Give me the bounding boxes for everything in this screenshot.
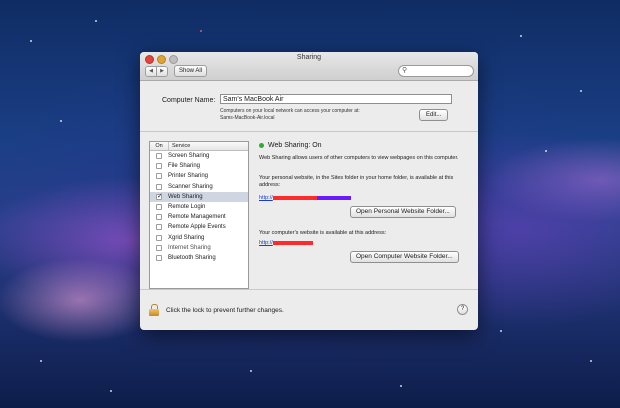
service-row[interactable]: Printer Sharing: [150, 171, 248, 181]
search-icon: ⚲: [402, 67, 408, 74]
service-row[interactable]: Remote Login: [150, 202, 248, 212]
service-checkbox[interactable]: [156, 214, 162, 221]
on-column-header[interactable]: On: [150, 142, 169, 150]
search-field[interactable]: ⚲: [398, 65, 474, 77]
computer-name-field[interactable]: Sam's MacBook Air: [220, 94, 452, 104]
service-checkbox[interactable]: [156, 254, 162, 261]
intro-text: Web Sharing allows users of other comput…: [259, 155, 459, 161]
service-label: Web Sharing: [168, 193, 203, 200]
service-row[interactable]: File Sharing: [150, 161, 248, 171]
service-label: Remote Login: [168, 204, 206, 211]
service-checkbox[interactable]: [156, 192, 163, 200]
service-row[interactable]: Web Sharing: [150, 191, 248, 202]
service-row[interactable]: Xgrid Sharing: [150, 233, 248, 243]
service-checkbox[interactable]: [156, 224, 162, 231]
back-button[interactable]: ◀: [146, 67, 156, 76]
service-checkbox[interactable]: [156, 163, 162, 170]
window-title: Sharing: [296, 54, 322, 61]
computer-site-link[interactable]: http://: [259, 240, 313, 246]
service-checkbox[interactable]: [156, 153, 162, 160]
status-text: Web Sharing: On: [268, 142, 322, 149]
computer-name-section: Computer Name: Sam's MacBook Air Compute…: [140, 81, 478, 132]
service-label: Bluetooth Sharing: [168, 254, 216, 261]
service-checkbox[interactable]: [156, 204, 162, 211]
service-row[interactable]: Bluetooth Sharing: [150, 253, 248, 263]
computer-name-label: Computer Name:: [162, 97, 216, 104]
service-row[interactable]: Scanner Sharing: [150, 182, 248, 192]
computer-name-description: Computers on your local network can acce…: [220, 108, 360, 122]
title-bar: Sharing ◀ ▶ Show All ⚲: [140, 52, 478, 81]
redaction-mark: [316, 195, 351, 200]
service-list-header: On Service: [150, 142, 248, 151]
redaction-mark: [272, 195, 317, 200]
link-prefix: http://: [259, 240, 273, 246]
show-all-button[interactable]: Show All: [174, 65, 208, 77]
main-section: On Service Screen Sharing File Sharing Pri…: [140, 132, 478, 290]
sharing-window: Sharing ◀ ▶ Show All ⚲ Computer Name: Sa…: [140, 52, 478, 330]
forward-button[interactable]: ▶: [156, 67, 167, 76]
service-checkbox[interactable]: [156, 244, 162, 251]
open-computer-website-folder-button[interactable]: Open Computer Website Folder...: [350, 251, 459, 263]
service-list[interactable]: On Service Screen Sharing File Sharing Pri…: [149, 141, 249, 289]
personal-site-text: Your personal website, in the Sites fold…: [259, 175, 454, 188]
lock-icon[interactable]: [149, 304, 159, 316]
footer: Click the lock to prevent further change…: [140, 289, 478, 330]
service-label: Remote Management: [168, 214, 226, 221]
nav-buttons: ◀ ▶: [145, 66, 168, 77]
link-prefix: http://: [259, 195, 273, 201]
service-label: File Sharing: [168, 163, 201, 170]
service-label: Screen Sharing: [168, 153, 210, 160]
computer-site-text: Your computer's website is available at …: [259, 230, 387, 236]
service-checkbox[interactable]: [156, 234, 162, 241]
service-label: Internet Sharing: [168, 244, 211, 251]
service-row[interactable]: Remote Management: [150, 212, 248, 222]
service-row[interactable]: Screen Sharing: [150, 151, 248, 161]
service-column-header[interactable]: Service: [169, 142, 190, 150]
open-personal-website-folder-button[interactable]: Open Personal Website Folder...: [350, 206, 456, 218]
service-row[interactable]: Internet Sharing: [150, 243, 248, 253]
personal-site-link[interactable]: http://: [259, 195, 351, 201]
service-label: Scanner Sharing: [168, 183, 213, 190]
service-label: Remote Apple Events: [168, 224, 226, 231]
local-address: Sams-MacBook-Air.local: [220, 115, 275, 121]
redaction-mark: [272, 240, 313, 245]
service-label: Xgrid Sharing: [168, 234, 205, 241]
lock-text: Click the lock to prevent further change…: [166, 307, 284, 314]
service-checkbox[interactable]: [156, 183, 162, 190]
service-row[interactable]: Remote Apple Events: [150, 222, 248, 232]
status-indicator: Web Sharing: On: [259, 142, 322, 149]
help-button[interactable]: ?: [457, 304, 468, 315]
service-checkbox[interactable]: [156, 173, 162, 180]
description-line: Computers on your local network can acce…: [220, 108, 360, 114]
edit-button[interactable]: Edit...: [419, 109, 449, 121]
status-dot-icon: [259, 143, 264, 148]
service-label: Printer Sharing: [168, 173, 209, 180]
